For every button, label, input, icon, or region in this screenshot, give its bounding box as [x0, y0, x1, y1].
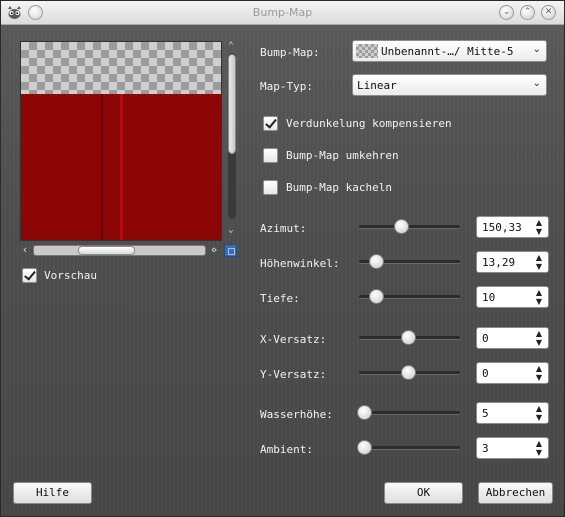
spin-arrows-icon[interactable]: ▲ ▼: [534, 404, 544, 422]
scroll-right-icon-2[interactable]: ›: [210, 243, 220, 257]
waterlevel-spinbutton[interactable]: 5 ▲ ▼: [476, 402, 549, 424]
map-type-label: Map-Typ:: [260, 80, 313, 93]
compensate-checkbox[interactable]: [263, 116, 278, 131]
waterlevel-value: 5: [482, 407, 489, 420]
spin-arrows-icon[interactable]: ▲ ▼: [534, 253, 544, 271]
image-stripe-light: [120, 94, 123, 240]
ambient-value: 3: [482, 442, 489, 455]
bump-map-combo[interactable]: Unbenannt-…/ Mitte-5 ⌄: [352, 40, 547, 62]
hscroll-thumb[interactable]: [78, 246, 135, 255]
preview-image: [21, 94, 221, 240]
help-button[interactable]: Hilfe: [13, 482, 92, 504]
spin-arrows-icon[interactable]: ▲ ▼: [534, 364, 544, 382]
navigate-icon[interactable]: [224, 244, 237, 257]
preview-checkbox[interactable]: [22, 268, 37, 283]
invert-checkbox[interactable]: [263, 148, 278, 163]
y-offset-spinbutton[interactable]: 0 ▲ ▼: [476, 362, 549, 384]
preview-vertical-scrollbar[interactable]: ⌃ ⌄: [225, 41, 237, 241]
slider-knob[interactable]: [369, 254, 385, 269]
compensate-label: Verdunkelung kompensieren: [286, 117, 452, 130]
elevation-spinbutton[interactable]: 13,29 ▲ ▼: [476, 251, 549, 273]
slider-groove: [359, 446, 460, 450]
scroll-up-icon[interactable]: ⌃: [225, 41, 237, 51]
close-icon[interactable]: ✕: [541, 5, 556, 20]
slider-knob[interactable]: [357, 405, 373, 420]
x-offset-slider[interactable]: [359, 330, 460, 346]
window-title: Bump-Map: [252, 6, 313, 19]
slider-knob[interactable]: [357, 440, 373, 455]
azimuth-label: Azimut:: [260, 222, 307, 235]
chevron-down-icon: ⌄: [532, 44, 541, 55]
waterlevel-label: Wasserhöhe:: [260, 408, 333, 421]
map-type-value: Linear: [357, 79, 397, 92]
map-type-combo[interactable]: Linear ⌄: [352, 74, 547, 96]
bump-map-value: Unbenannt-…/ Mitte-5: [381, 45, 514, 58]
elevation-value: 13,29: [482, 256, 516, 269]
ok-button[interactable]: OK: [384, 482, 463, 504]
slider-groove: [359, 225, 460, 229]
tile-checkbox[interactable]: [263, 180, 278, 195]
spin-arrows-icon[interactable]: ▲ ▼: [534, 288, 544, 306]
x-offset-label: X-Versatz:: [260, 333, 327, 346]
cancel-button[interactable]: Abbrechen: [478, 482, 553, 504]
spin-arrows-icon[interactable]: ▲ ▼: [534, 218, 544, 236]
ambient-label: Ambient:: [260, 443, 313, 456]
transparent-checkerboard: [21, 42, 221, 94]
waterlevel-slider[interactable]: [357, 405, 460, 421]
elevation-label: Höhenwinkel:: [260, 257, 340, 270]
elevation-slider[interactable]: [359, 254, 460, 270]
y-offset-label: Y-Versatz:: [260, 368, 327, 381]
scroll-left-icon[interactable]: ‹: [20, 243, 30, 257]
ambient-slider[interactable]: [357, 440, 460, 456]
image-stripe-dark: [101, 94, 103, 240]
azimuth-slider[interactable]: [359, 219, 460, 235]
slider-groove: [359, 411, 460, 415]
bump-map-dialog: Bump-Map ⌄ ⌃ ✕ ⌃ ⌄ ‹ ‹ › Vorschau Bump-M…: [0, 0, 565, 517]
x-offset-spinbutton[interactable]: 0 ▲ ▼: [476, 327, 549, 349]
drawable-thumbnail: [356, 44, 378, 58]
slider-knob[interactable]: [369, 289, 385, 304]
scroll-down-icon[interactable]: ⌄: [225, 225, 237, 235]
preview-area[interactable]: [20, 41, 222, 241]
azimuth-value: 150,33: [482, 221, 522, 234]
depth-spinbutton[interactable]: 10 ▲ ▼: [476, 286, 549, 308]
preview-label: Vorschau: [44, 269, 97, 282]
spin-arrows-icon[interactable]: ▲ ▼: [534, 439, 544, 457]
tile-label: Bump-Map kacheln: [286, 181, 392, 194]
depth-label: Tiefe:: [260, 292, 300, 305]
y-offset-slider[interactable]: [359, 365, 460, 381]
preview-horizontal-scrollbar[interactable]: ‹ ‹: [20, 243, 222, 257]
depth-slider[interactable]: [359, 289, 460, 305]
vscroll-thumb[interactable]: [228, 54, 236, 154]
bump-map-label: Bump-Map:: [260, 46, 320, 59]
slider-knob[interactable]: [401, 365, 417, 380]
y-offset-value: 0: [482, 367, 489, 380]
slider-knob[interactable]: [401, 330, 417, 345]
maximize-icon[interactable]: ⌃: [520, 5, 535, 20]
minimize-icon[interactable]: ⌄: [499, 5, 514, 20]
azimuth-spinbutton[interactable]: 150,33 ▲ ▼: [476, 216, 549, 238]
spin-arrows-icon[interactable]: ▲ ▼: [534, 329, 544, 347]
slider-knob[interactable]: [394, 219, 410, 234]
title-bar: Bump-Map ⌄ ⌃ ✕: [1, 1, 564, 25]
invert-label: Bump-Map umkehren: [286, 149, 399, 162]
x-offset-value: 0: [482, 332, 489, 345]
ambient-spinbutton[interactable]: 3 ▲ ▼: [476, 437, 549, 459]
depth-value: 10: [482, 291, 496, 304]
chevron-down-icon: ⌄: [532, 78, 541, 89]
